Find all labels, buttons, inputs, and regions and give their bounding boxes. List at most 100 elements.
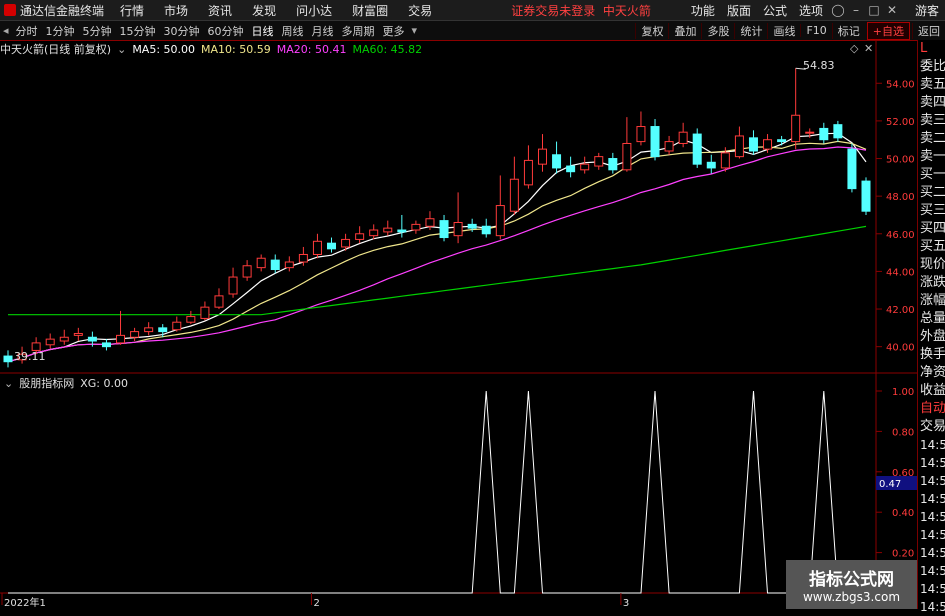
menu-item-news[interactable]: 资讯 xyxy=(198,2,242,19)
tab-60min[interactable]: 60分钟 xyxy=(204,23,248,39)
indicator-legend: ⌄ 股朋指标网 XG: 0.00 xyxy=(4,375,128,391)
candle xyxy=(622,117,632,172)
candle xyxy=(552,141,562,174)
candle-body xyxy=(509,178,519,212)
candle-body xyxy=(819,127,829,141)
tab-5min[interactable]: 5分钟 xyxy=(79,23,116,39)
candle-body xyxy=(636,126,646,143)
candle-body xyxy=(59,336,69,342)
app-title: 通达信金融终端 xyxy=(0,2,110,19)
candle xyxy=(186,310,196,325)
back-button[interactable]: 返回 xyxy=(912,22,945,39)
panel-close-icon[interactable]: ✕ xyxy=(864,42,873,55)
side-panel-item[interactable]: 自动 xyxy=(918,400,945,418)
side-panel-item: 14:55 xyxy=(920,438,945,452)
menu-item-wealth[interactable]: 财富圈 xyxy=(342,2,398,19)
side-panel-item: 14:56 xyxy=(920,510,945,524)
minimize-icon[interactable]: – xyxy=(847,3,865,17)
candle xyxy=(678,122,688,148)
overlay-button[interactable]: 叠加 xyxy=(668,22,701,39)
tab-multi-period[interactable]: 多周期 xyxy=(338,23,379,39)
close-icon[interactable]: ✕ xyxy=(883,3,901,17)
side-panel-item: 买一 xyxy=(920,167,945,182)
menu-item-ask[interactable]: 问小达 xyxy=(286,2,342,19)
candle xyxy=(214,288,224,310)
candle xyxy=(734,126,744,159)
price-tick-label: 48.00 xyxy=(886,192,915,203)
candle-body xyxy=(664,141,674,152)
side-panel-item[interactable]: 交易 xyxy=(918,418,945,436)
side-panel-item: 现价 xyxy=(920,257,945,272)
side-panel-item: 换手 xyxy=(920,347,945,362)
candle xyxy=(369,224,379,240)
restore-rights-button[interactable]: 复权 xyxy=(635,22,668,39)
candle-body xyxy=(172,321,182,331)
candle xyxy=(664,135,674,155)
maximize-icon[interactable]: □ xyxy=(865,3,883,17)
current-stock-name: 中天火箭 xyxy=(602,3,651,18)
draw-line-button[interactable]: 画线 xyxy=(767,22,800,39)
multi-stock-button[interactable]: 多股 xyxy=(701,22,734,39)
price-tick-label: 50.00 xyxy=(886,155,915,166)
app-logo-icon xyxy=(4,4,16,16)
candle-body xyxy=(495,205,505,237)
candle-body xyxy=(116,334,126,344)
tab-30min[interactable]: 30分钟 xyxy=(160,23,204,39)
menu-item-function[interactable]: 功能 xyxy=(685,2,721,19)
candle xyxy=(172,316,182,332)
candle-body xyxy=(481,225,491,235)
side-panel-item: 买四 xyxy=(920,221,945,236)
menu-item-options[interactable]: 选项 xyxy=(793,2,829,19)
user-guest[interactable]: 游客 xyxy=(909,2,945,19)
candle xyxy=(650,119,660,161)
side-panel-item: 14:56 xyxy=(920,600,945,614)
side-panel-item: 14:56 xyxy=(920,474,945,488)
add-watchlist-button[interactable]: +自选 xyxy=(866,21,910,40)
candle xyxy=(692,128,702,168)
tab-15min[interactable]: 15分钟 xyxy=(116,23,160,39)
candle-body xyxy=(692,133,702,165)
side-panel-item: 14:56 xyxy=(920,582,945,596)
bell-icon[interactable]: ◯ xyxy=(829,3,847,17)
candle xyxy=(847,143,857,193)
candle xyxy=(284,256,294,272)
statistics-button[interactable]: 统计 xyxy=(734,22,767,39)
candle xyxy=(777,135,787,146)
tab-daily[interactable]: 日线 xyxy=(248,23,278,39)
scroll-left-icon[interactable]: ◂ xyxy=(0,24,12,37)
candle xyxy=(833,120,843,142)
tab-more[interactable]: 更多 xyxy=(379,23,409,39)
menu-item-discover[interactable]: 发现 xyxy=(242,2,286,19)
menu-item-quotes[interactable]: 行情 xyxy=(110,2,154,19)
candle-body xyxy=(523,159,533,186)
candle xyxy=(116,310,126,345)
candle xyxy=(523,145,533,189)
side-panel-item: 涨跌 xyxy=(920,275,945,290)
menu-item-market[interactable]: 市场 xyxy=(154,2,198,19)
menu-item-formula[interactable]: 公式 xyxy=(757,2,793,19)
candle-body xyxy=(327,242,337,250)
f10-button[interactable]: F10 xyxy=(800,24,831,37)
indicator-settings-icon[interactable]: ⌄ xyxy=(4,377,13,390)
diamond-icon[interactable]: ◇ xyxy=(850,42,859,55)
side-panel-item: 14:56 xyxy=(920,492,945,506)
more-dropdown-icon[interactable]: ▾ xyxy=(409,24,421,37)
candle-body xyxy=(214,295,224,308)
candle xyxy=(242,260,252,281)
menu-item-layout[interactable]: 版面 xyxy=(721,2,757,19)
menu-item-trade[interactable]: 交易 xyxy=(398,2,442,19)
candle-body xyxy=(425,218,435,227)
candle xyxy=(748,130,758,155)
side-panel-item: 卖五 xyxy=(920,77,945,92)
period-toolbar: ◂ 分时 1分钟 5分钟 15分钟 30分钟 60分钟 日线 周线 月线 多周期… xyxy=(0,21,945,41)
tab-1min[interactable]: 1分钟 xyxy=(42,23,79,39)
indicator-value: XG: 0.00 xyxy=(80,376,128,390)
tab-timeshare[interactable]: 分时 xyxy=(12,23,42,39)
tab-monthly[interactable]: 月线 xyxy=(308,23,338,39)
tab-weekly[interactable]: 周线 xyxy=(278,23,308,39)
candle-body xyxy=(87,336,97,342)
kline-chart[interactable]: 54.00 52.00 50.00 48.00 46.00 44.00 42.00 40.00… xyxy=(0,40,917,609)
candle xyxy=(45,333,55,349)
candle-body xyxy=(552,154,562,169)
mark-button[interactable]: 标记 xyxy=(831,22,865,39)
